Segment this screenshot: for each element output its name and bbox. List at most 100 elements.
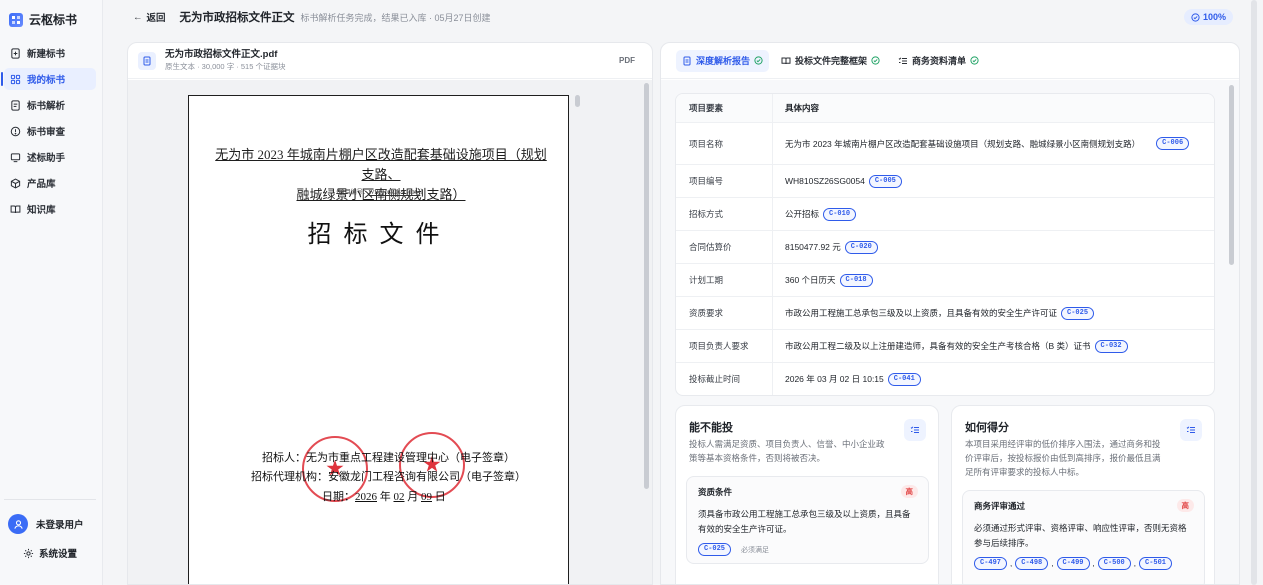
page-scrollbar[interactable] <box>575 95 580 107</box>
value-text: 2026 年 03 月 02 日 10:15 <box>785 374 884 384</box>
evidence-chip[interactable]: C-025 <box>1061 306 1095 320</box>
tab-label: 商务资料清单 <box>912 56 967 66</box>
evidence-chip[interactable]: C-499 <box>1056 557 1090 570</box>
requirement-card[interactable]: 商务评审通过 高 必须通过形式评审、资格评审、响应性评审，否则无资格 参与后续排… <box>962 490 1205 584</box>
user-profile[interactable]: 未登录用户 <box>4 514 96 534</box>
requirement-body: 必须通过形式评审、资格评审、响应性评审，否则无资格 参与后续排序。 <box>974 521 1187 551</box>
check-circle-icon <box>871 56 880 65</box>
tab-deep-report[interactable]: 深度解析报告 <box>676 49 770 72</box>
table-value: WH810SZ26SG0054 C-005 <box>773 165 1214 197</box>
evidence-chip[interactable]: C-041 <box>887 372 921 386</box>
evidence-chip[interactable]: C-501 <box>1139 557 1173 570</box>
date-year: 2026 <box>355 491 377 503</box>
table-key: 计划工期 <box>676 264 773 296</box>
priority-badge: 高 <box>900 485 918 498</box>
file-icon <box>138 51 156 70</box>
file-stats: 原生文本 · 30,000 字 · 515 个证据块 <box>165 62 286 71</box>
sidebar-item-pitch[interactable]: 述标助手 <box>4 146 96 168</box>
requirement-note: 必须满足 <box>741 546 770 554</box>
table-row: 项目名称 无为市 2023 年城南片棚户区改造配套基础设施项目（规划支路、融城绿… <box>676 122 1214 164</box>
card-desc-line: 本项目采用经评审的低价排序入围法，通过商务和投 <box>965 439 1161 449</box>
table-value: 市政公用工程二级及以上注册建造师，具备有效的安全生产考核合格（B 类）证书 C-0… <box>773 330 1214 362</box>
evidence-chip[interactable]: C-006 <box>1156 137 1190 150</box>
window-scrollbar-track <box>1241 0 1263 585</box>
pdf-page: 无为市 2023 年城南片棚户区改造配套基础设施项目（规划支路、 融城绿景小区南… <box>188 95 570 584</box>
priority-badge: 高 <box>1176 499 1194 512</box>
sidebar-footer: 未登录用户 系统设置 <box>4 499 96 560</box>
sidebar-nav: 新建标书 我的标书 标书解析 标书审查 述标助手 产品库 知识库 <box>1 42 96 224</box>
settings-label: 系统设置 <box>38 549 77 560</box>
table-row: 项目负责人要求 市政公用工程二级及以上注册建造师，具备有效的安全生产考核合格（B… <box>676 329 1214 362</box>
chip-separator: , <box>1133 559 1136 568</box>
new-doc-icon <box>11 47 20 59</box>
sidebar-item-review[interactable]: 标书审查 <box>4 120 96 142</box>
back-button[interactable]: ← 返回 <box>133 10 166 25</box>
file-name: 无为市政招标文件正文.pdf <box>165 49 278 60</box>
evidence-chip[interactable]: C-025 <box>698 543 732 556</box>
report-icon <box>683 56 691 65</box>
card-desc-line: 策等基本资格条件，否则将被否决。 <box>689 453 826 463</box>
back-label: 返回 <box>146 13 166 24</box>
value-text: 8150477.92 元 <box>785 242 841 252</box>
evidence-chip[interactable]: C-010 <box>823 207 857 221</box>
sidebar-item-my-bids[interactable]: 我的标书 <box>1 68 96 90</box>
requirement-body: 须具备市政公用工程施工总承包三级及以上资质，且具备 有效的安全生产许可证。 <box>698 507 911 537</box>
sidebar-item-label: 我的标书 <box>27 75 66 86</box>
sidebar-item-label: 新建标书 <box>27 49 66 60</box>
monitor-icon <box>10 152 21 162</box>
sidebar-item-products[interactable]: 产品库 <box>4 172 96 194</box>
list-icon <box>898 56 908 64</box>
grid-icon <box>10 74 21 84</box>
card-desc-line: 足所有评审要求的投标人中标。 <box>965 467 1085 477</box>
evidence-chip[interactable]: C-032 <box>1094 339 1128 353</box>
settings-button[interactable]: 系统设置 <box>4 546 96 560</box>
date-day: 09 <box>421 491 432 503</box>
tab-bid-framework[interactable]: 投标文件完整框架 <box>775 50 886 72</box>
tab-label: 投标文件完整框架 <box>795 56 868 66</box>
chip-separator: , <box>1092 559 1095 568</box>
table-row: 招标方式 公开招标 C-010 <box>676 197 1214 230</box>
pdf-viewer[interactable]: 无为市 2023 年城南片棚户区改造配套基础设施项目（规划支路、 融城绿景小区南… <box>128 80 652 584</box>
evidence-chip[interactable]: C-020 <box>844 240 878 254</box>
card-description: 本项目采用经评审的低价排序入围法，通过商务和投 价评审后，按投标报价由低到高排序… <box>965 437 1161 479</box>
pdf-panel-scrollbar[interactable] <box>644 83 649 489</box>
chip-separator: , <box>1051 559 1054 568</box>
pdf-signer-tenderer: 招标人：无为市重点工程建设管理中心（电子签章） <box>262 452 515 464</box>
evidence-chip[interactable]: C-018 <box>839 273 873 287</box>
evidence-chip[interactable]: C-498 <box>1015 557 1049 570</box>
evidence-chip[interactable]: C-005 <box>868 174 902 188</box>
card-desc-line: 投标人需满足资质、项目负责人、信誉、中小企业政 <box>689 439 885 449</box>
table-value: 公开招标 C-010 <box>773 198 1214 230</box>
user-name: 未登录用户 <box>36 520 84 531</box>
value-text: 360 个日历天 <box>785 275 836 285</box>
sidebar-item-knowledge[interactable]: 知识库 <box>4 198 96 220</box>
card-list-button[interactable] <box>1180 419 1202 441</box>
requirement-title: 资质条件 <box>698 487 733 497</box>
report-content[interactable]: 项目要素 具体内容 项目名称 无为市 2023 年城南片棚户区改造配套基础设施项… <box>661 80 1239 584</box>
evidence-chip[interactable]: C-497 <box>974 557 1008 570</box>
date-prefix: 日期： <box>322 491 355 503</box>
value-text: 无为市 2023 年城南片棚户区改造配套基础设施项目（规划支路、融城绿景小区南侧… <box>785 138 1141 149</box>
analysis-scrollbar[interactable] <box>1229 85 1234 265</box>
window-scrollbar[interactable] <box>1251 0 1257 585</box>
date-sep1: 年 <box>377 491 394 503</box>
brand[interactable]: 云枢标书 <box>9 11 77 28</box>
alert-circle-icon <box>10 126 21 136</box>
sidebar-item-label: 述标助手 <box>27 153 66 164</box>
pdf-project-number: （项目编号：WH810SZ26SG0054） <box>189 187 570 196</box>
progress-value: 100% <box>1202 12 1226 22</box>
sidebar-item-parse[interactable]: 标书解析 <box>4 94 96 116</box>
cube-icon <box>10 178 21 188</box>
tab-business-checklist[interactable]: 商务资料清单 <box>892 50 985 72</box>
project-no-prefix: （项目编号： <box>332 190 369 196</box>
file-type-badge: PDF <box>619 56 635 65</box>
card-list-button[interactable] <box>904 419 926 441</box>
avatar <box>8 514 28 534</box>
table-key: 合同估算价 <box>676 231 773 263</box>
requirement-line: 须具备市政公用工程施工总承包三级及以上资质，且具备 <box>698 509 911 519</box>
analysis-tabs: 深度解析报告 投标文件完整框架 商务资料清单 <box>661 43 1239 79</box>
evidence-chip[interactable]: C-500 <box>1097 557 1131 570</box>
requirement-card[interactable]: 资质条件 高 须具备市政公用工程施工总承包三级及以上资质，且具备 有效的安全生产… <box>686 476 929 564</box>
sidebar-item-new[interactable]: 新建标书 <box>4 42 96 64</box>
pdf-doc-title-line1: 无为市 2023 年城南片棚户区改造配套基础设施项目（规划支路、 <box>215 147 547 182</box>
